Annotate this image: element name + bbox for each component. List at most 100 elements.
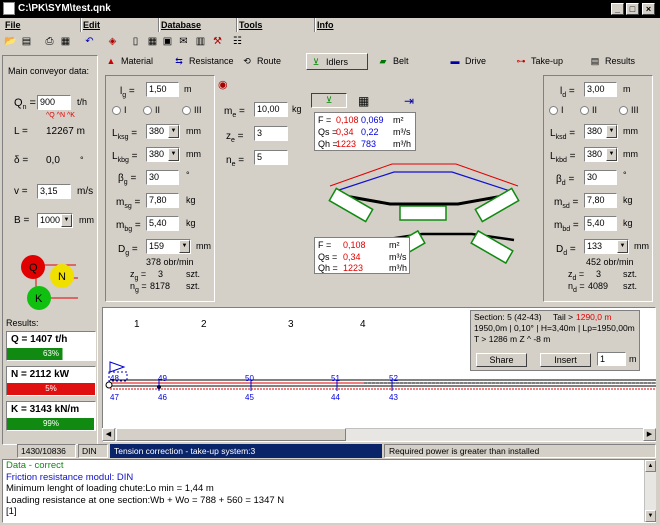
lkbg-select[interactable]: 380 ▼ [146, 147, 180, 162]
maximize-button[interactable]: □ [626, 3, 639, 15]
upper-node-49[interactable]: 49 [158, 374, 167, 383]
lower-radio-3[interactable] [619, 106, 628, 115]
dd-label: Dd = [556, 244, 576, 257]
save-icon[interactable]: ▤ [19, 34, 34, 49]
chevron-down-icon[interactable]: ▼ [617, 240, 628, 253]
tab-results[interactable]: ▤ Results [586, 53, 652, 70]
settings-icon[interactable]: ☷ [230, 34, 245, 49]
tab-route[interactable]: ⟲ Route [238, 53, 304, 70]
upper-node-52[interactable]: 52 [389, 374, 398, 383]
scroll-down-arrow[interactable]: ▼ [645, 510, 656, 522]
eraser-icon[interactable]: ◈ [105, 34, 120, 49]
insert-distance-input[interactable]: 1 [597, 352, 626, 366]
scroll-thumb[interactable] [116, 428, 346, 441]
upper-qs-value2: 0,22 [361, 127, 379, 137]
log-line: [1] [6, 506, 17, 517]
align-view-icon[interactable]: ⇥ [404, 94, 414, 108]
msd-input[interactable]: 7,80 [584, 193, 617, 208]
ne-input[interactable]: 5 [254, 150, 288, 165]
picture-icon[interactable]: ▣ [160, 34, 175, 49]
share-button[interactable]: Share [476, 353, 527, 367]
menu-tools[interactable]: Tools [239, 20, 262, 30]
section-label-1: 1 [134, 319, 140, 330]
mail-icon[interactable]: ✉ [176, 34, 191, 49]
lower-radio-1[interactable] [549, 106, 558, 115]
b-select[interactable]: 1000 ▼ [37, 213, 73, 228]
scroll-up-arrow[interactable]: ▲ [645, 460, 656, 472]
scroll-left-arrow[interactable]: ◀ [102, 428, 115, 441]
lkbg-label: Lkbg = [112, 151, 138, 164]
beta-g-input[interactable]: 30 [146, 170, 179, 185]
table-view-icon[interactable]: ▦ [358, 94, 369, 108]
chevron-down-icon[interactable]: ▼ [168, 148, 179, 161]
menu-info[interactable]: Info [317, 20, 334, 30]
chevron-down-icon[interactable]: ▼ [179, 240, 190, 253]
undo-icon[interactable]: ↶ [82, 34, 97, 49]
open-icon[interactable]: 📂 [3, 34, 18, 49]
tab-resistance[interactable]: ⇆ Resistance [170, 53, 236, 70]
me-input[interactable]: 10,00 [254, 102, 288, 117]
lower-qh-value: 1223 [343, 263, 364, 273]
tab-take-up[interactable]: ⊶ Take-up [512, 53, 586, 70]
upper-radio-3[interactable] [182, 106, 191, 115]
lower-node-43[interactable]: 43 [389, 393, 398, 402]
log-vertical-scrollbar[interactable]: ▲ ▼ [644, 460, 656, 522]
lower-radio-2[interactable] [580, 106, 589, 115]
mbd-input[interactable]: 5,40 [584, 216, 617, 231]
menu-database[interactable]: Database [161, 20, 201, 30]
chevron-down-icon[interactable]: ▼ [61, 214, 72, 227]
lksg-select[interactable]: 380 ▼ [146, 124, 180, 139]
beta-d-label: βd = [556, 174, 575, 187]
dg-select[interactable]: 159 ▼ [146, 239, 191, 254]
upper-node-51[interactable]: 51 [331, 374, 340, 383]
minimize-button[interactable]: _ [611, 3, 624, 15]
chevron-down-icon[interactable]: ▼ [606, 125, 617, 138]
grid-icon[interactable]: ▦ [145, 34, 160, 49]
print-icon[interactable]: ⎙ [42, 34, 57, 49]
v-input[interactable]: 3,15 [37, 184, 71, 199]
menu-file[interactable]: File [5, 20, 21, 30]
upper-node-48[interactable]: 48 [110, 374, 119, 383]
upper-node-50[interactable]: 50 [245, 374, 254, 383]
chevron-down-icon[interactable]: ▼ [606, 148, 617, 161]
tab-material[interactable]: ▲ Material [102, 53, 168, 70]
ld-input[interactable]: 3,00 [584, 82, 617, 97]
lower-node-45[interactable]: 45 [245, 393, 254, 402]
lower-qs-label: Qs = [318, 252, 338, 262]
idlers-icon: ⊻ [312, 57, 320, 67]
close-button[interactable]: × [642, 3, 655, 15]
upper-radio-2[interactable] [143, 106, 152, 115]
dd-select[interactable]: 133 ▼ [584, 239, 629, 254]
garland-icon[interactable]: ◉ [218, 78, 228, 91]
ze-input[interactable]: 3 [254, 126, 288, 141]
lkbd-select[interactable]: 380 ▼ [584, 147, 618, 162]
beta-d-input[interactable]: 30 [584, 170, 617, 185]
message-log[interactable]: Data - correct Friction resistance modul… [2, 459, 656, 523]
print-preview-icon[interactable]: ▦ [58, 34, 73, 49]
upper-radio-1[interactable] [112, 106, 121, 115]
msg-input[interactable]: 7,80 [146, 193, 179, 208]
tools-icon[interactable]: ⚒ [210, 34, 225, 49]
view-idler-button[interactable]: ⊻ [311, 93, 347, 108]
scroll-right-arrow[interactable]: ▶ [643, 428, 656, 441]
lower-node-47[interactable]: 47 [110, 393, 119, 402]
mbg-input[interactable]: 5,40 [146, 216, 179, 231]
lower-node-44[interactable]: 44 [331, 393, 340, 402]
chevron-down-icon[interactable]: ▼ [168, 125, 179, 138]
zd-unit: szt. [623, 269, 638, 279]
nd-value: 4089 [588, 281, 609, 291]
lower-node-46[interactable]: 46 [158, 393, 167, 402]
tab-drive[interactable]: ▬ Drive [446, 53, 512, 70]
calculator-icon[interactable]: ▯ [128, 34, 143, 49]
lg-input[interactable]: 1,50 [146, 82, 179, 97]
menu-divider [80, 18, 82, 32]
menu-edit[interactable]: Edit [83, 20, 100, 30]
q-input[interactable]: 900 [37, 95, 71, 110]
q-hint-links[interactable]: ^Q ^N ^K [46, 112, 75, 119]
database-icon[interactable]: ▥ [193, 34, 208, 49]
insert-button[interactable]: Insert [540, 353, 591, 367]
tab-idlers[interactable]: ⊻ Idlers [306, 53, 368, 70]
lksd-select[interactable]: 380 ▼ [584, 124, 618, 139]
tab-belt[interactable]: ▰ Belt [374, 53, 440, 70]
me-label: me = [224, 106, 245, 119]
